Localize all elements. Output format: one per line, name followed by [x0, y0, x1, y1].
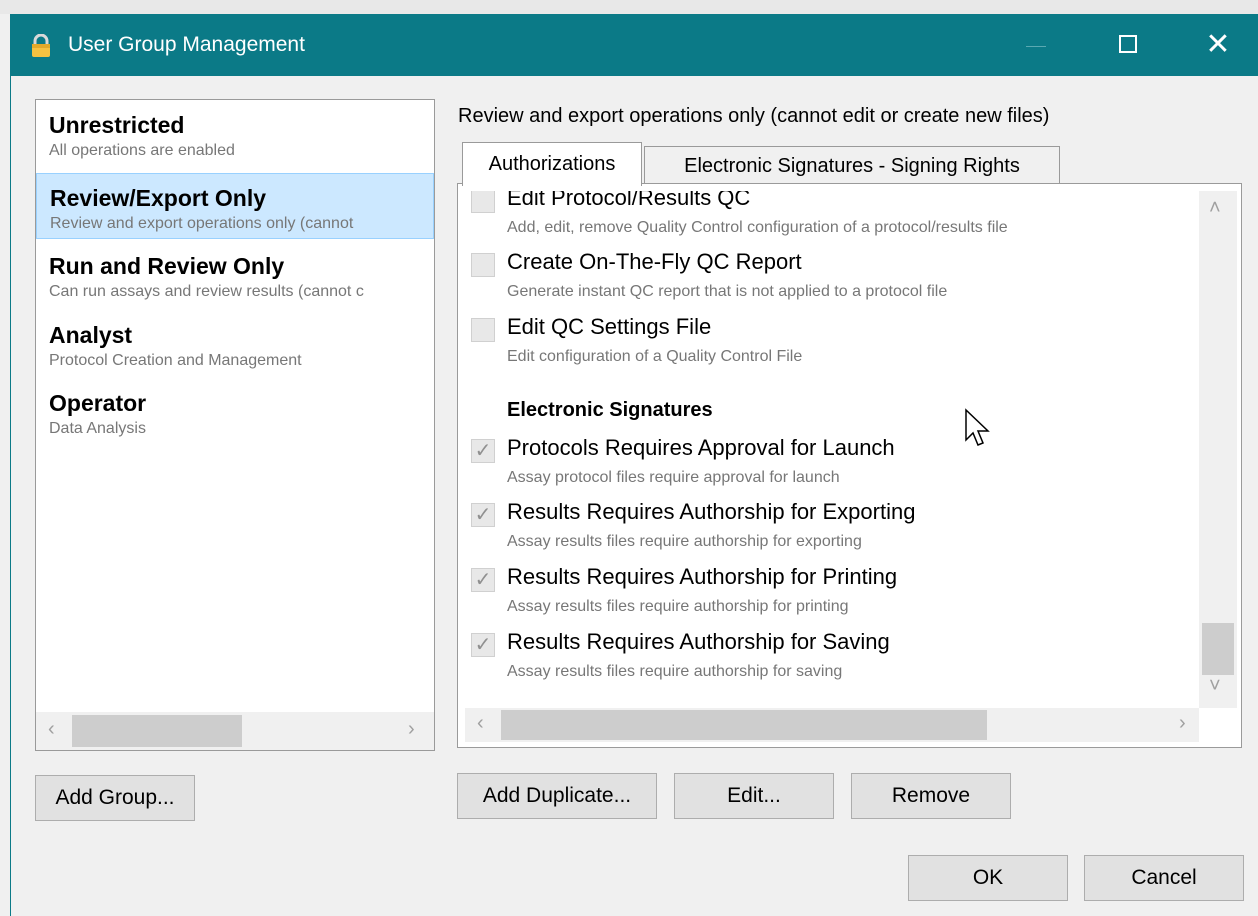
authorization-checkbox[interactable] — [471, 318, 495, 342]
authorization-subtitle: Edit configuration of a Quality Control … — [507, 348, 803, 365]
scrollbar-thumb[interactable] — [1202, 623, 1234, 675]
mouse-cursor-icon — [965, 408, 990, 446]
scroll-up-icon[interactable]: ˄ — [1209, 197, 1221, 220]
scrollbar-thumb[interactable] — [501, 710, 987, 740]
edit-button[interactable]: Edit... — [674, 773, 834, 819]
group-name: Operator — [49, 390, 147, 416]
add-duplicate-button[interactable]: Add Duplicate... — [457, 773, 657, 819]
authorization-horizontal-scrollbar[interactable]: ‹ › — [465, 708, 1199, 742]
authorization-item-results-authorship-saving[interactable]: ✓ Results Requires Authorship for Saving… — [465, 629, 1199, 693]
authorization-title: Edit QC Settings File — [507, 314, 712, 339]
group-description: All operations are enabled — [49, 142, 235, 159]
tab-authorizations[interactable]: Authorizations — [462, 142, 642, 186]
authorization-title: Edit Protocol/Results QC — [507, 191, 751, 210]
selected-group-description: Review and export operations only (canno… — [458, 105, 1050, 127]
add-group-button[interactable]: Add Group... — [35, 775, 195, 821]
scroll-left-icon[interactable]: ‹ — [48, 718, 55, 741]
authorization-title: Results Requires Authorship for Exportin… — [507, 499, 916, 524]
minimize-button[interactable] — [1018, 28, 1054, 64]
authorization-subtitle: Add, edit, remove Quality Control config… — [507, 219, 1008, 236]
scrollbar-thumb[interactable] — [72, 715, 242, 747]
lock-icon — [32, 34, 50, 57]
authorization-subtitle: Assay protocol files require approval fo… — [507, 469, 840, 486]
authorization-checkbox[interactable]: ✓ — [471, 633, 495, 657]
authorization-subtitle: Assay results files require authorship f… — [507, 663, 843, 680]
window-frame-top — [0, 0, 1258, 14]
checkmark-icon: ✓ — [474, 634, 492, 656]
group-description: Protocol Creation and Management — [49, 352, 302, 369]
authorization-checkbox[interactable] — [471, 253, 495, 277]
authorization-title: Results Requires Authorship for Saving — [507, 629, 890, 654]
group-name: Review/Export Only — [50, 185, 267, 211]
maximize-button[interactable] — [1110, 28, 1146, 64]
maximize-icon — [1119, 35, 1137, 53]
authorization-subtitle: Assay results files require authorship f… — [507, 598, 849, 615]
authorization-title: Protocols Requires Approval for Launch — [507, 435, 895, 460]
section-heading: Electronic Signatures — [507, 399, 713, 421]
group-item-operator[interactable]: Operator Data Analysis — [36, 378, 434, 444]
checkmark-icon: ✓ — [474, 504, 492, 526]
scroll-left-icon[interactable]: ‹ — [477, 712, 484, 735]
authorization-item-results-authorship-exporting[interactable]: ✓ Results Requires Authorship for Export… — [465, 499, 1199, 563]
authorization-item-create-on-the-fly-qc-report[interactable]: Create On-The-Fly QC Report Generate ins… — [465, 249, 1199, 313]
group-description: Review and export operations only (canno… — [50, 215, 354, 232]
authorization-item-edit-qc-settings-file[interactable]: Edit QC Settings File Edit configuration… — [465, 314, 1199, 378]
authorization-vertical-scrollbar[interactable]: ˄ ˅ — [1199, 191, 1237, 708]
cancel-button[interactable]: Cancel — [1084, 855, 1244, 901]
authorization-checkbox[interactable] — [471, 191, 495, 213]
checkmark-icon: ✓ — [474, 569, 492, 591]
group-name: Analyst — [49, 322, 133, 348]
group-item-unrestricted[interactable]: Unrestricted All operations are enabled — [36, 100, 434, 166]
scroll-right-icon[interactable]: › — [408, 718, 415, 741]
group-item-analyst[interactable]: Analyst Protocol Creation and Management — [36, 310, 434, 376]
group-list[interactable]: Unrestricted All operations are enabled … — [35, 99, 435, 751]
group-description: Can run assays and review results (canno… — [49, 283, 364, 300]
minimize-icon — [1026, 46, 1046, 47]
window-title: User Group Management — [68, 33, 305, 56]
authorization-title: Results Requires Authorship for Printing — [507, 564, 898, 589]
scroll-right-icon[interactable]: › — [1179, 712, 1186, 735]
authorization-checkbox[interactable]: ✓ — [471, 503, 495, 527]
close-icon: ✕ — [1205, 28, 1231, 61]
checkmark-icon: ✓ — [474, 440, 492, 462]
authorization-item-results-authorship-printing[interactable]: ✓ Results Requires Authorship for Printi… — [465, 564, 1199, 628]
group-item-review-export-only[interactable]: Review/Export Only Review and export ope… — [36, 173, 434, 239]
group-name: Run and Review Only — [49, 253, 285, 279]
authorization-title: Create On-The-Fly QC Report — [507, 249, 802, 274]
group-list-horizontal-scrollbar[interactable]: ‹ › — [36, 712, 434, 750]
remove-button[interactable]: Remove — [851, 773, 1011, 819]
tab-electronic-signatures[interactable]: Electronic Signatures - Signing Rights — [644, 146, 1060, 184]
authorization-subtitle: Generate instant QC report that is not a… — [507, 283, 948, 300]
group-item-run-and-review-only[interactable]: Run and Review Only Can run assays and r… — [36, 241, 434, 307]
authorization-list[interactable]: Edit Protocol/Results QC Add, edit, remo… — [465, 191, 1199, 708]
scroll-down-icon[interactable]: ˅ — [1209, 675, 1221, 698]
group-name: Unrestricted — [49, 112, 185, 138]
authorization-subtitle: Assay results files require authorship f… — [507, 533, 862, 550]
authorization-item-protocols-requires-approval[interactable]: ✓ Protocols Requires Approval for Launch… — [465, 435, 1199, 499]
close-button[interactable]: ✕ — [1200, 28, 1236, 64]
authorization-checkbox[interactable]: ✓ — [471, 439, 495, 463]
authorization-checkbox[interactable]: ✓ — [471, 568, 495, 592]
group-description: Data Analysis — [49, 420, 146, 437]
authorization-item-edit-protocol-results-qc[interactable]: Edit Protocol/Results QC Add, edit, remo… — [465, 191, 1199, 249]
ok-button[interactable]: OK — [908, 855, 1068, 901]
